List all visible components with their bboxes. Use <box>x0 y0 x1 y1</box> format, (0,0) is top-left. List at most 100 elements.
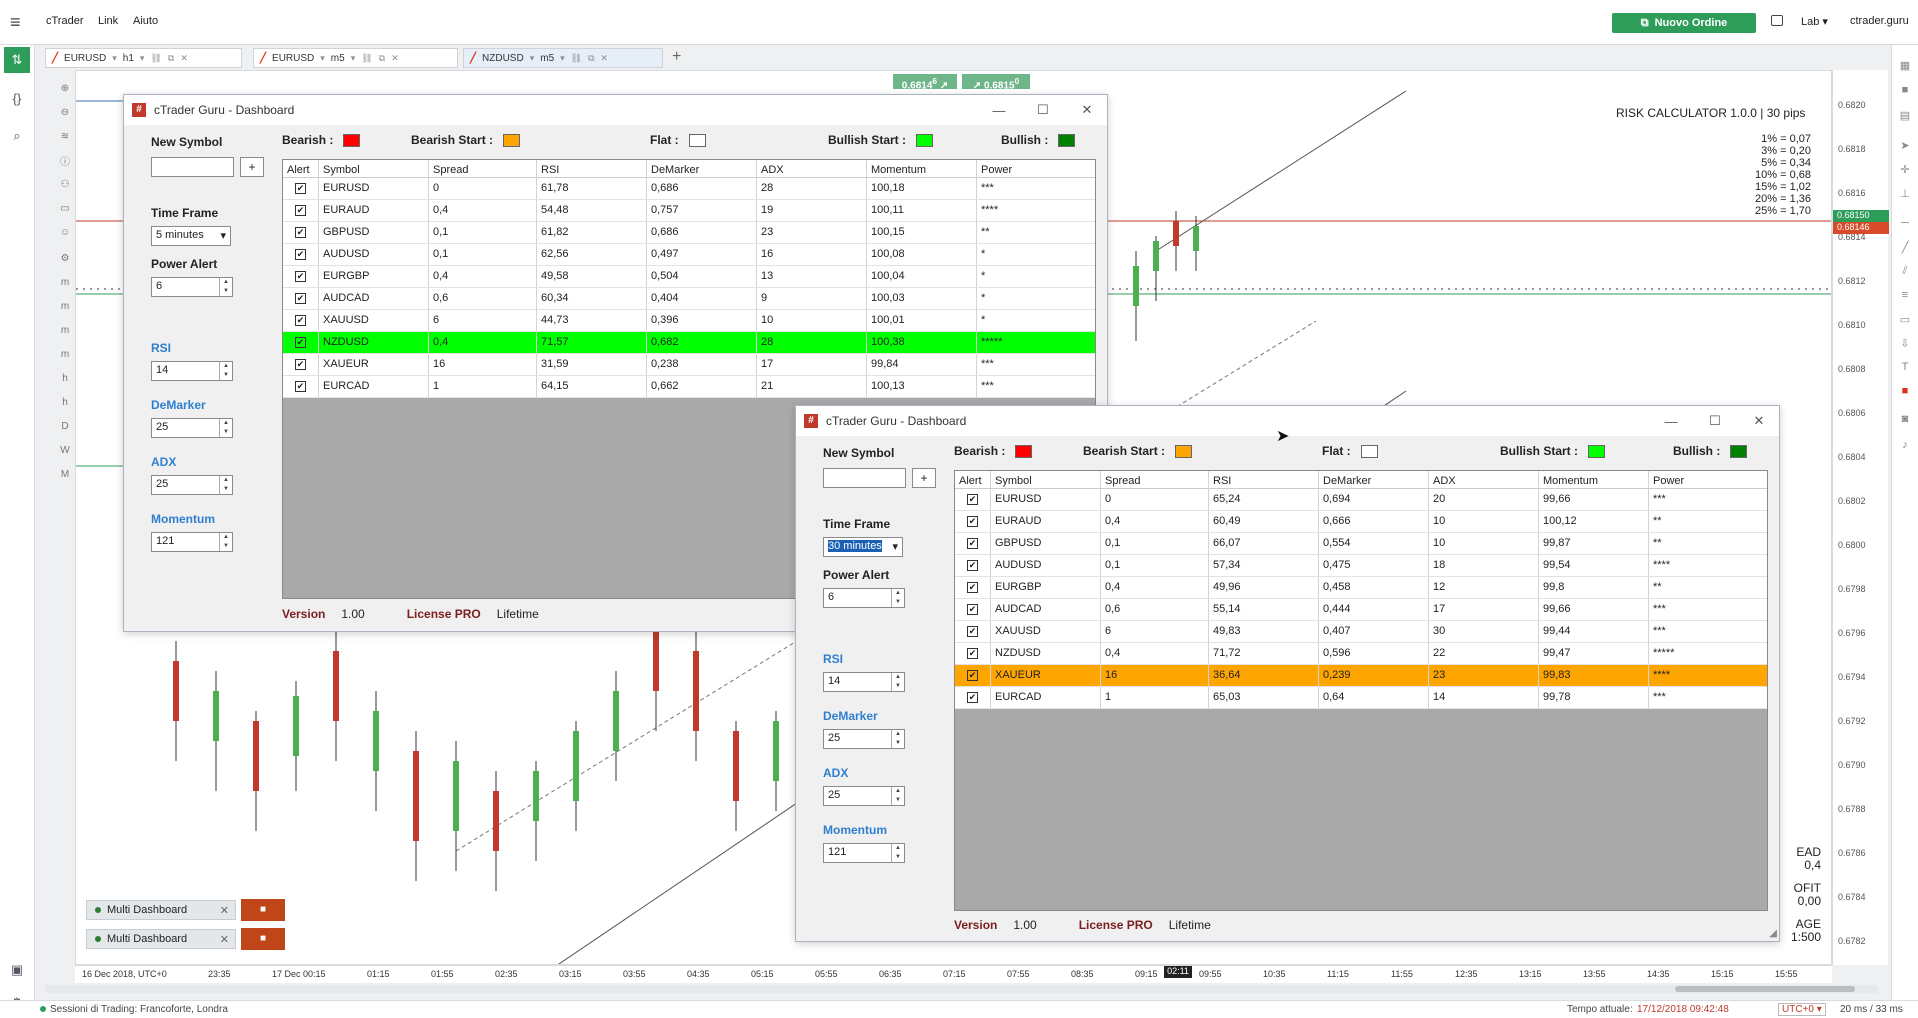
new-symbol-input[interactable] <box>823 468 906 488</box>
timeframe-m15-icon[interactable]: m <box>55 320 75 340</box>
symbols-grid[interactable]: Alert Symbol Spread RSI DeMarker ADX Mom… <box>954 470 1768 911</box>
alert-checkbox[interactable]: ✔ <box>283 244 319 265</box>
column-header[interactable]: Spread <box>429 160 537 177</box>
maximize-icon[interactable]: ☐ <box>1693 406 1737 436</box>
table-row[interactable]: ✔ AUDUSD 0,1 62,56 0,497 16 100,08 * <box>283 244 1095 266</box>
checkbox-icon[interactable]: ✔ <box>295 227 306 238</box>
timezone-selector[interactable]: UTC+0 ▾ <box>1778 1003 1826 1016</box>
demarker-stepper[interactable]: 25 ▲ ▼ <box>823 729 905 749</box>
minimize-icon[interactable]: — <box>1649 406 1693 436</box>
maximize-icon[interactable]: ☐ <box>1021 95 1065 125</box>
stepper-arrows-icon[interactable]: ▲ ▼ <box>891 673 904 691</box>
timeframe-m30-icon[interactable]: m <box>55 344 75 364</box>
alert-checkbox[interactable]: ✔ <box>955 643 991 664</box>
menu-ctrader[interactable]: cTrader <box>46 15 84 27</box>
column-header[interactable]: Alert <box>955 471 991 488</box>
detach-icon[interactable]: ⧉ <box>588 53 594 64</box>
settings-icon[interactable]: ⚙ <box>55 248 75 268</box>
stop-bot-button[interactable]: ■ <box>241 899 285 921</box>
hamburger-icon[interactable]: ≡ <box>10 12 21 33</box>
column-header[interactable]: Spread <box>1101 471 1209 488</box>
column-header[interactable]: DeMarker <box>1319 471 1429 488</box>
table-row[interactable]: ✔ AUDCAD 0,6 55,14 0,444 17 99,66 *** <box>955 599 1767 621</box>
stop-bot-button[interactable]: ■ <box>241 928 285 950</box>
table-row[interactable]: ✔ AUDCAD 0,6 60,34 0,404 9 100,03 * <box>283 288 1095 310</box>
menu-link[interactable]: Link <box>98 15 118 27</box>
timeframe-m1-icon[interactable]: m <box>55 272 75 292</box>
rsi-stepper[interactable]: 14 ▲ ▼ <box>823 672 905 692</box>
time-frame-select[interactable]: 5 minutes ▾ <box>151 226 231 246</box>
power-alert-stepper[interactable]: 6 ▲ ▼ <box>151 277 233 297</box>
table-row[interactable]: ✔ GBPUSD 0,1 61,82 0,686 23 100,15 ** <box>283 222 1095 244</box>
table-row[interactable]: ✔ EURCAD 1 65,03 0,64 14 99,78 *** <box>955 687 1767 709</box>
trend-line-icon[interactable]: ╱ <box>1894 237 1916 257</box>
table-row[interactable]: ✔ EURCAD 1 64,15 0,662 21 100,13 *** <box>283 376 1095 398</box>
stepper-arrows-icon[interactable]: ▲ ▼ <box>219 278 232 296</box>
detach-icon[interactable]: ⧉ <box>168 53 174 64</box>
alert-checkbox[interactable]: ✔ <box>283 354 319 375</box>
checkbox-icon[interactable]: ✔ <box>967 692 978 703</box>
table-row[interactable]: ✔ EURAUD 0,4 60,49 0,666 10 100,12 ** <box>955 511 1767 533</box>
lab-menu[interactable]: Lab ▾ <box>1801 15 1828 28</box>
column-header[interactable]: DeMarker <box>647 160 757 177</box>
power-alert-stepper[interactable]: 6 ▲ ▼ <box>823 588 905 608</box>
alert-checkbox[interactable]: ✔ <box>955 687 991 708</box>
menu-aiuto[interactable]: Aiuto <box>133 15 158 27</box>
detach-icon[interactable]: ⧉ <box>379 53 385 64</box>
link-icon[interactable]: ⛓ <box>571 53 582 64</box>
checkbox-icon[interactable]: ✔ <box>295 315 306 326</box>
table-row[interactable]: ✔ AUDUSD 0,1 57,34 0,475 18 99,54 **** <box>955 555 1767 577</box>
alert-checkbox[interactable]: ✔ <box>955 555 991 576</box>
camera-icon[interactable]: ◙ <box>1894 409 1916 429</box>
table-row[interactable]: ✔ XAUUSD 6 49,83 0,407 30 99,44 *** <box>955 621 1767 643</box>
table-row[interactable]: ✔ EURAUD 0,4 54,48 0,757 19 100,11 **** <box>283 200 1095 222</box>
split-chart-icon[interactable]: ▤ <box>1894 105 1916 125</box>
bot-instance-1[interactable]: Multi Dashboard ✕ <box>86 900 236 920</box>
channel-icon[interactable]: ⫽ <box>1894 261 1916 281</box>
template-icon[interactable]: ▭ <box>55 198 75 218</box>
stepper-arrows-icon[interactable]: ▲ ▼ <box>219 419 232 437</box>
close-icon[interactable]: ✕ <box>220 933 229 946</box>
column-header[interactable]: Alert <box>283 160 319 177</box>
close-icon[interactable]: ✕ <box>180 53 188 64</box>
tab-eurusd-m5[interactable]: ╱ EURUSD ▾ m5 ▾ ⛓ ⧉ ✕ <box>253 48 458 68</box>
alert-checkbox[interactable]: ✔ <box>283 178 319 199</box>
bell-icon[interactable]: ♪ <box>1894 435 1916 455</box>
close-icon[interactable]: ✕ <box>220 904 229 917</box>
chevron-down-icon[interactable]: ▾ <box>351 53 356 64</box>
trade-icon[interactable]: ⇅ <box>4 47 30 73</box>
tab-nzdusd-m5[interactable]: ╱ NZDUSD ▾ m5 ▾ ⛓ ⧉ ✕ <box>463 48 663 68</box>
alert-checkbox[interactable]: ✔ <box>283 332 319 353</box>
checkbox-icon[interactable]: ✔ <box>295 381 306 392</box>
table-row[interactable]: ✔ XAUEUR 16 31,59 0,238 17 99,84 *** <box>283 354 1095 376</box>
timeframe-w1-icon[interactable]: W <box>55 440 75 460</box>
table-row[interactable]: ✔ EURUSD 0 65,24 0,694 20 99,66 *** <box>955 489 1767 511</box>
column-header[interactable]: RSI <box>1209 471 1319 488</box>
close-icon[interactable]: ✕ <box>1065 95 1109 125</box>
tab-eurusd-h1[interactable]: ╱ EURUSD ▾ h1 ▾ ⛓ ⧉ ✕ <box>45 48 242 68</box>
checkbox-icon[interactable]: ✔ <box>295 337 306 348</box>
scrollbar-thumb[interactable] <box>1675 986 1855 992</box>
alert-checkbox[interactable]: ✔ <box>955 577 991 598</box>
table-row[interactable]: ✔ XAUEUR 16 36,64 0,239 23 99,83 **** <box>955 665 1767 687</box>
layout-grid-icon[interactable]: ▦ <box>1894 55 1916 75</box>
column-header[interactable]: Symbol <box>319 160 429 177</box>
checkbox-icon[interactable]: ✔ <box>967 648 978 659</box>
zoom-out-icon[interactable]: ⊖ <box>55 102 75 122</box>
chevron-down-icon[interactable]: ▾ <box>320 53 325 64</box>
time-axis[interactable]: 16 Dec 2018, UTC+0 23:35 17 Dec 00:15 01… <box>75 965 1832 983</box>
table-row[interactable]: ✔ EURUSD 0 61,78 0,686 28 100,18 *** <box>283 178 1095 200</box>
column-header[interactable]: Power <box>1649 471 1767 488</box>
zoom-in-icon[interactable]: ⊕ <box>55 78 75 98</box>
chevron-down-icon[interactable]: ▾ <box>560 53 565 64</box>
text-icon[interactable]: T <box>1894 357 1916 377</box>
timeframe-mn-icon[interactable]: M <box>55 464 75 484</box>
window-layout-icon[interactable] <box>1771 15 1783 26</box>
single-chart-icon[interactable]: ■ <box>1894 80 1916 100</box>
close-icon[interactable]: ✕ <box>1737 406 1781 436</box>
checkbox-icon[interactable]: ✔ <box>295 183 306 194</box>
table-row[interactable]: ✔ GBPUSD 0,1 66,07 0,554 10 99,87 ** <box>955 533 1767 555</box>
checkbox-icon[interactable]: ✔ <box>967 494 978 505</box>
resize-grip-icon[interactable]: ◢ <box>1769 928 1777 939</box>
chevron-down-icon[interactable]: ▾ <box>140 53 145 64</box>
